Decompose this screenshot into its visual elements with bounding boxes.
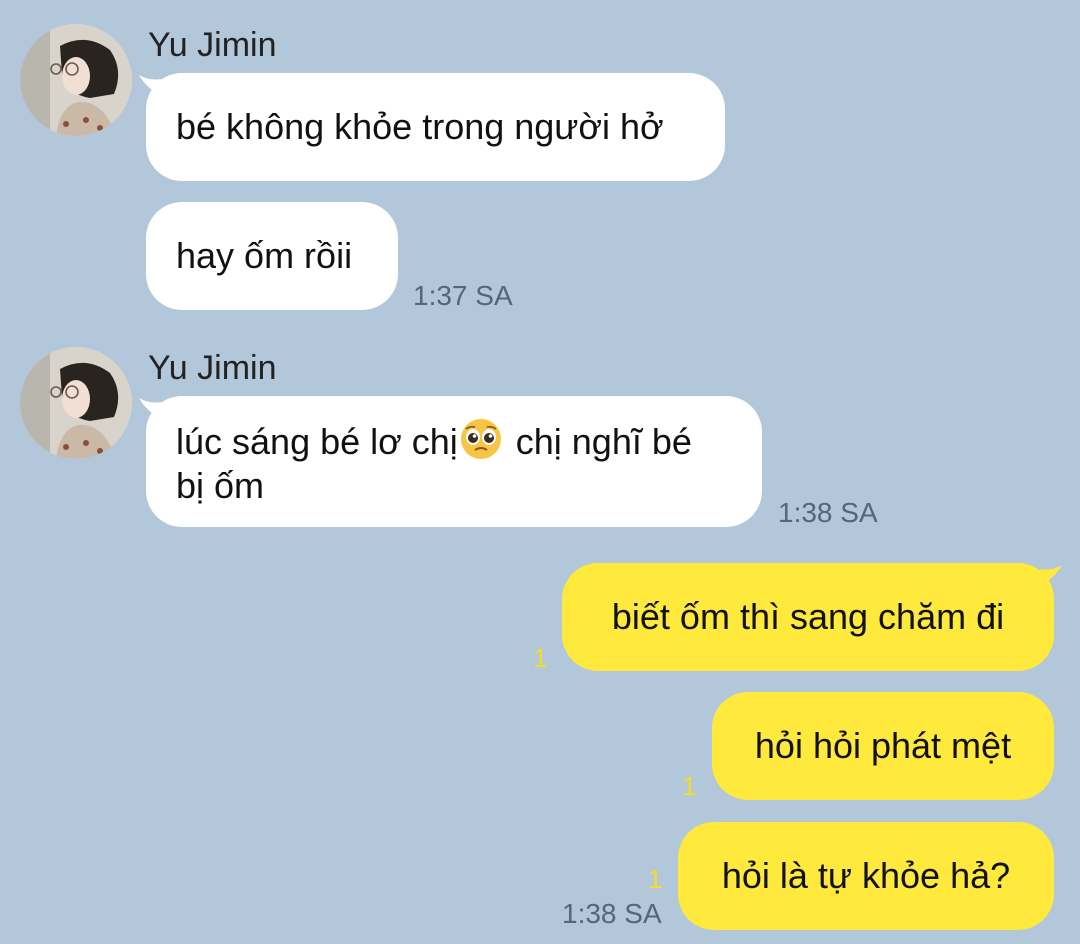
message-text: hỏi là tự khỏe hả?: [721, 855, 1011, 896]
message-timestamp: 1:37 SA: [413, 280, 513, 311]
message-bubble-incoming[interactable]: lúc sáng bé lơ chị chị nghĩ bé bị ốm: [146, 396, 762, 527]
profile-photo-icon: [20, 24, 132, 136]
pleading-face-icon: [460, 419, 501, 459]
bubble-tail: [1040, 565, 1062, 585]
message-text: lúc sáng bé lơ chị: [176, 421, 458, 462]
message-bubble-outgoing[interactable]: biết ốm thì sang chăm đi: [562, 563, 1054, 671]
chat-area: Yu Jimin bé không khỏe trong người hở ha…: [0, 0, 1080, 944]
unread-count: 1: [682, 771, 697, 801]
message-text: hỏi hỏi phát mệt: [754, 725, 1012, 766]
sender-name: Yu Jimin: [148, 349, 277, 387]
profile-photo-icon: [20, 347, 132, 459]
message-text: hay ốm rồii: [176, 235, 353, 276]
unread-count: 1: [648, 864, 663, 894]
message-line: bị ốm: [176, 465, 265, 506]
sender-name: Yu Jimin: [148, 26, 277, 64]
message-text: bé không khỏe trong người hở: [176, 106, 664, 147]
message-bubble-incoming[interactable]: bé không khỏe trong người hở: [146, 73, 725, 181]
message-timestamp: 1:38 SA: [778, 497, 878, 528]
message-timestamp: 1:38 SA: [562, 898, 662, 929]
message-bubble-incoming[interactable]: hay ốm rồii: [146, 202, 398, 310]
message-bubble-outgoing[interactable]: hỏi hỏi phát mệt: [712, 692, 1054, 800]
message-bubble-outgoing[interactable]: hỏi là tự khỏe hả?: [678, 822, 1054, 930]
message-line: lúc sáng bé lơ chị chị nghĩ bé: [176, 418, 732, 464]
contact-avatar[interactable]: [20, 347, 132, 459]
unread-count: 1: [533, 643, 548, 673]
message-text: chị nghĩ bé: [505, 421, 692, 462]
message-text: biết ốm thì sang chăm đi: [611, 596, 1005, 637]
contact-avatar[interactable]: [20, 24, 132, 136]
